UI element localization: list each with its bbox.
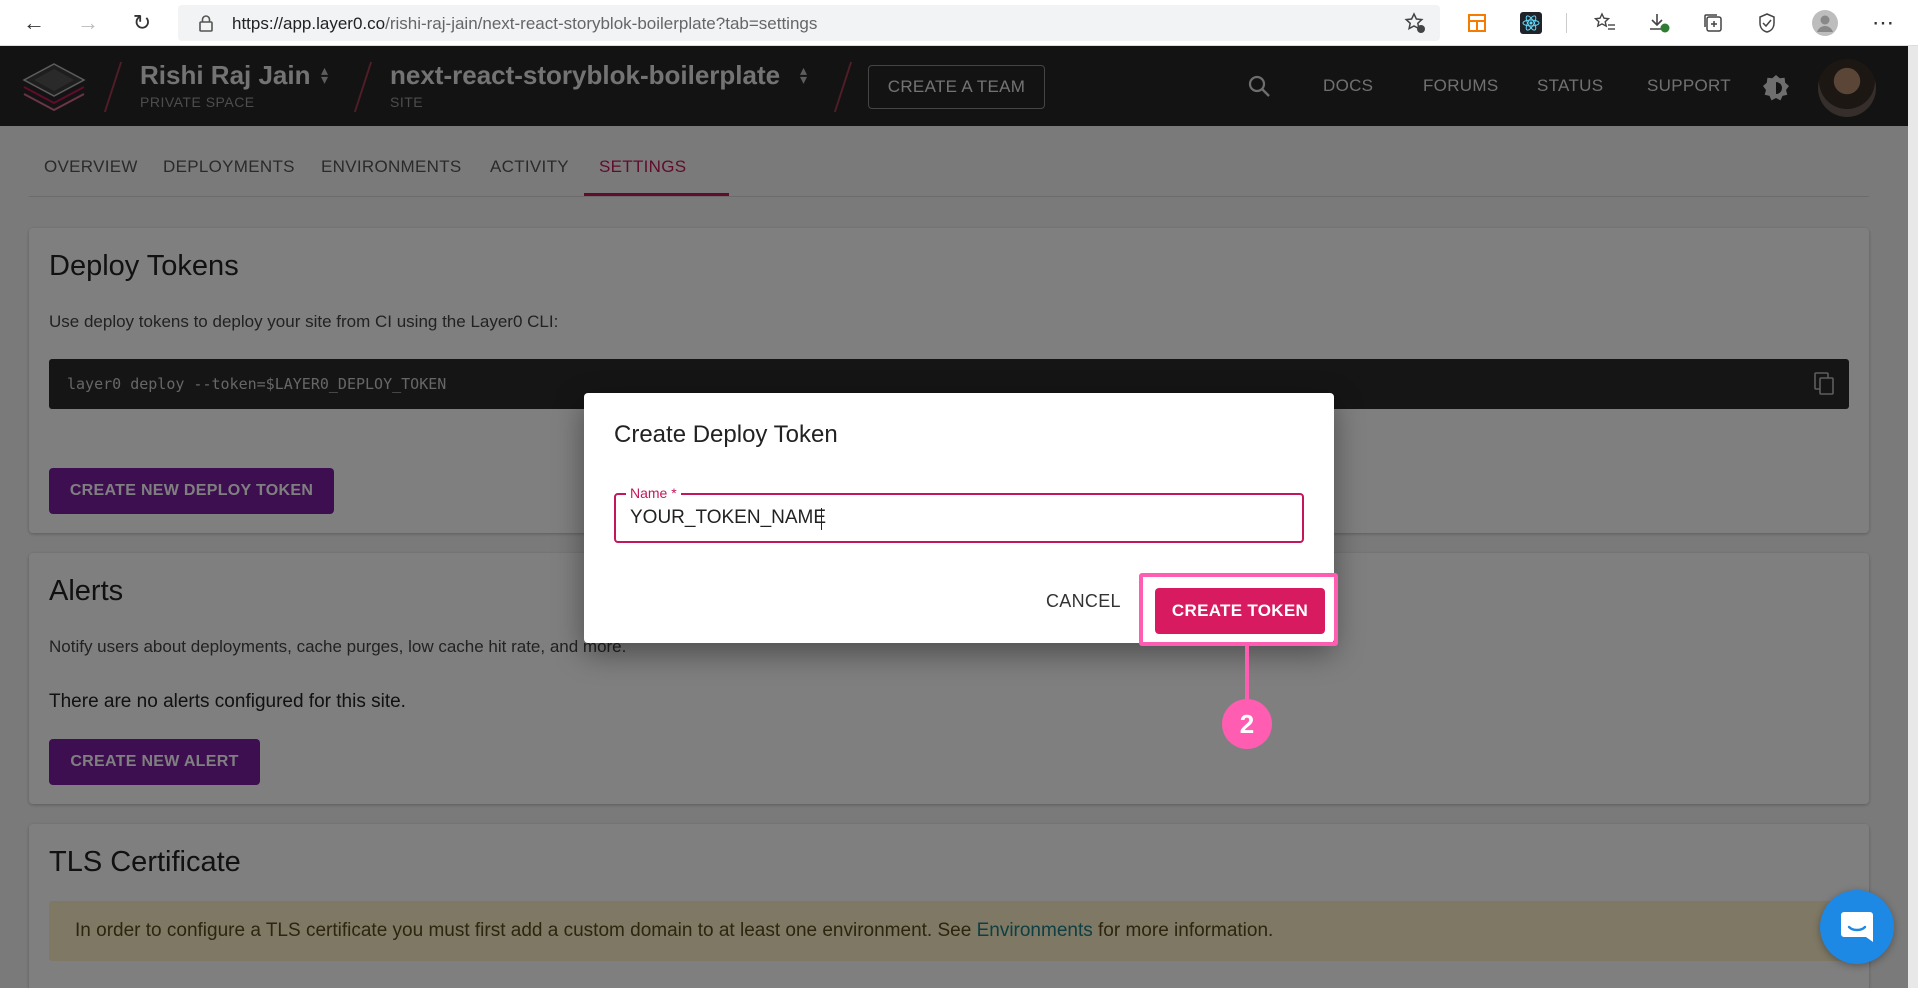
token-name-input[interactable] bbox=[630, 507, 1290, 529]
collections-icon[interactable] bbox=[1700, 10, 1726, 36]
forward-arrow-icon[interactable]: → bbox=[74, 9, 102, 37]
favorite-star-icon[interactable] bbox=[1404, 12, 1426, 34]
token-name-field[interactable]: Name * bbox=[614, 485, 1304, 543]
lock-icon bbox=[199, 15, 213, 32]
chat-icon bbox=[1841, 912, 1873, 942]
extension-layout-icon[interactable] bbox=[1464, 10, 1490, 36]
chat-launcher-button[interactable] bbox=[1820, 890, 1894, 964]
dialog-title: Create Deploy Token bbox=[614, 421, 838, 448]
more-menu-icon[interactable]: ⋯ bbox=[1870, 10, 1896, 36]
step-badge: 2 bbox=[1222, 699, 1272, 749]
back-arrow-icon[interactable]: ← bbox=[20, 9, 48, 37]
highlight-box bbox=[1139, 573, 1338, 646]
reload-icon[interactable]: ↻ bbox=[128, 9, 156, 37]
address-bar[interactable]: https://app.layer0.co/rishi-raj-jain/nex… bbox=[178, 5, 1440, 41]
profile-icon[interactable] bbox=[1812, 10, 1838, 36]
favorites-icon[interactable] bbox=[1592, 10, 1618, 36]
callout-line bbox=[1245, 646, 1249, 704]
url-text: https://app.layer0.co/rishi-raj-jain/nex… bbox=[232, 14, 818, 33]
page-scrollbar[interactable] bbox=[1908, 46, 1918, 988]
downloads-icon[interactable] bbox=[1646, 10, 1672, 36]
react-devtools-icon[interactable] bbox=[1518, 10, 1544, 36]
toolbar-divider bbox=[1566, 13, 1567, 33]
browser-essentials-icon[interactable] bbox=[1754, 10, 1780, 36]
token-name-label: Name * bbox=[626, 485, 681, 501]
text-caret bbox=[821, 508, 822, 530]
cancel-button[interactable]: CANCEL bbox=[1046, 591, 1121, 612]
browser-toolbar: ← → ↻ https://app.layer0.co/rishi-raj-ja… bbox=[0, 0, 1918, 46]
